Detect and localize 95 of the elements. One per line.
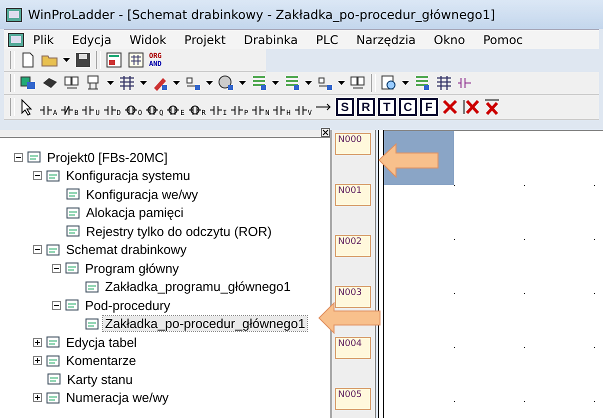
instruction-button[interactable]: F [420, 98, 438, 116]
collapse-icon[interactable] [52, 264, 61, 273]
tree-node-icon [65, 261, 79, 276]
rung-label: N003 [335, 286, 371, 308]
contact-icon [60, 105, 74, 117]
tree-node-icon [85, 316, 99, 331]
contact-icon [124, 105, 138, 117]
collapse-icon[interactable] [52, 300, 61, 310]
rung-label: N004 [335, 337, 371, 359]
contact-icon [188, 105, 202, 117]
menu-item[interactable]: PLC [306, 32, 348, 46]
contact-icon [251, 105, 266, 117]
app-icon[interactable] [8, 32, 24, 46]
tree-item[interactable]: Komentarze [64, 353, 138, 368]
callout-arrow [318, 302, 382, 334]
tree-item[interactable]: Program główny [83, 260, 181, 276]
tree-item[interactable]: Projekt0 [FBs-20MC] [45, 150, 170, 165]
table-icon[interactable] [105, 51, 123, 69]
toolbar-icon[interactable] [435, 74, 453, 92]
toolbar-icon[interactable] [19, 74, 37, 92]
caret-icon[interactable] [206, 81, 213, 85]
search-icon[interactable] [380, 74, 398, 92]
callout-arrow [378, 142, 440, 178]
app-icon [6, 8, 22, 22]
contact-icon [81, 105, 96, 117]
instruction-button[interactable]: T [378, 98, 396, 116]
instruction-button[interactable]: R [356, 98, 375, 116]
menu-item[interactable]: Drabinka [234, 32, 307, 46]
tree-node-icon [46, 390, 60, 405]
contact-icon [39, 105, 53, 117]
tree-node-icon [46, 354, 60, 368]
tree-node-icon [46, 168, 60, 183]
expand-icon[interactable] [33, 393, 42, 402]
contact-icon [166, 105, 180, 117]
close-icon[interactable] [321, 128, 330, 137]
tree-item[interactable]: Numeracja we/wy [64, 390, 171, 406]
tree-node-icon [47, 372, 61, 386]
tree-item[interactable]: Konfiguracja systemu [64, 168, 192, 184]
menu-item[interactable]: Pomoc [474, 32, 532, 46]
instruction-button[interactable]: C [398, 98, 417, 116]
caret-icon[interactable] [402, 81, 409, 85]
tree-item[interactable]: Alokacja pamięci [84, 205, 186, 220]
menu-item[interactable]: Narzędzia [347, 32, 425, 46]
instruction-button[interactable]: S [336, 98, 354, 116]
collapse-icon[interactable] [33, 245, 42, 254]
caret-icon[interactable] [272, 81, 279, 85]
menu-item[interactable]: Plik [24, 32, 63, 46]
contact-icon [145, 105, 160, 117]
toolbar-icon[interactable] [217, 74, 235, 92]
menu-item[interactable]: Okno [424, 32, 474, 46]
menu-item[interactable]: Widok [120, 32, 176, 46]
rung-label: N005 [335, 388, 371, 410]
contact-icon [230, 105, 244, 117]
caret-icon[interactable] [239, 81, 246, 85]
rung-label: N001 [335, 184, 371, 206]
tree-item[interactable]: Zakładka_programu_głównego1 [103, 279, 293, 294]
collapse-icon[interactable] [33, 171, 42, 180]
caret-icon[interactable] [173, 81, 180, 85]
save-icon[interactable] [74, 51, 92, 69]
tree-item[interactable]: Schemat drabinkowy [64, 242, 189, 258]
tree-item[interactable]: Pod-procedury [83, 298, 172, 313]
tree-item[interactable]: Edycja tabel [64, 334, 139, 350]
window-title: WinProLadder - [Schemat drabinkowy - Zakładka_po-procedur_głównego1] [28, 7, 496, 22]
delete-icon[interactable] [482, 98, 501, 116]
toolbar-icon[interactable] [118, 74, 136, 92]
contact-icon [272, 105, 286, 117]
tree-item[interactable]: Rejestry tylko do odczytu (ROR) [84, 224, 274, 239]
rung-label: N000 [335, 133, 371, 155]
menu-item[interactable]: Edycja [62, 32, 120, 46]
tree-node-icon [65, 298, 79, 312]
ladder-icon[interactable] [127, 51, 145, 69]
caret-icon[interactable] [140, 81, 147, 85]
contact-icon [208, 105, 223, 117]
tree-node-icon [66, 206, 80, 220]
menu-item[interactable]: Projekt [175, 32, 235, 46]
rung-label: N002 [335, 235, 371, 257]
caret-icon[interactable] [63, 58, 70, 62]
tree-node-icon [66, 224, 80, 238]
caret-icon[interactable] [305, 81, 312, 85]
collapse-icon[interactable] [14, 152, 23, 162]
tree-node-icon [46, 335, 60, 350]
tree-node-icon [27, 150, 41, 164]
tree-node-icon [46, 242, 60, 257]
caret-icon[interactable] [338, 81, 345, 85]
expand-icon[interactable] [33, 338, 42, 347]
tree-node-icon [66, 187, 80, 202]
caret-icon[interactable] [107, 81, 114, 85]
delete-icon[interactable] [462, 98, 480, 116]
tree-item[interactable]: Karty stanu [65, 372, 135, 387]
contact-icon [102, 105, 117, 117]
tree-item[interactable]: Konfiguracja we/wy [84, 186, 200, 202]
expand-icon[interactable] [33, 356, 42, 366]
tree-item[interactable]: Zakładka_po-procedur_głównego1 [103, 316, 308, 332]
tree-node-icon [85, 280, 99, 294]
contact-icon [294, 105, 308, 117]
